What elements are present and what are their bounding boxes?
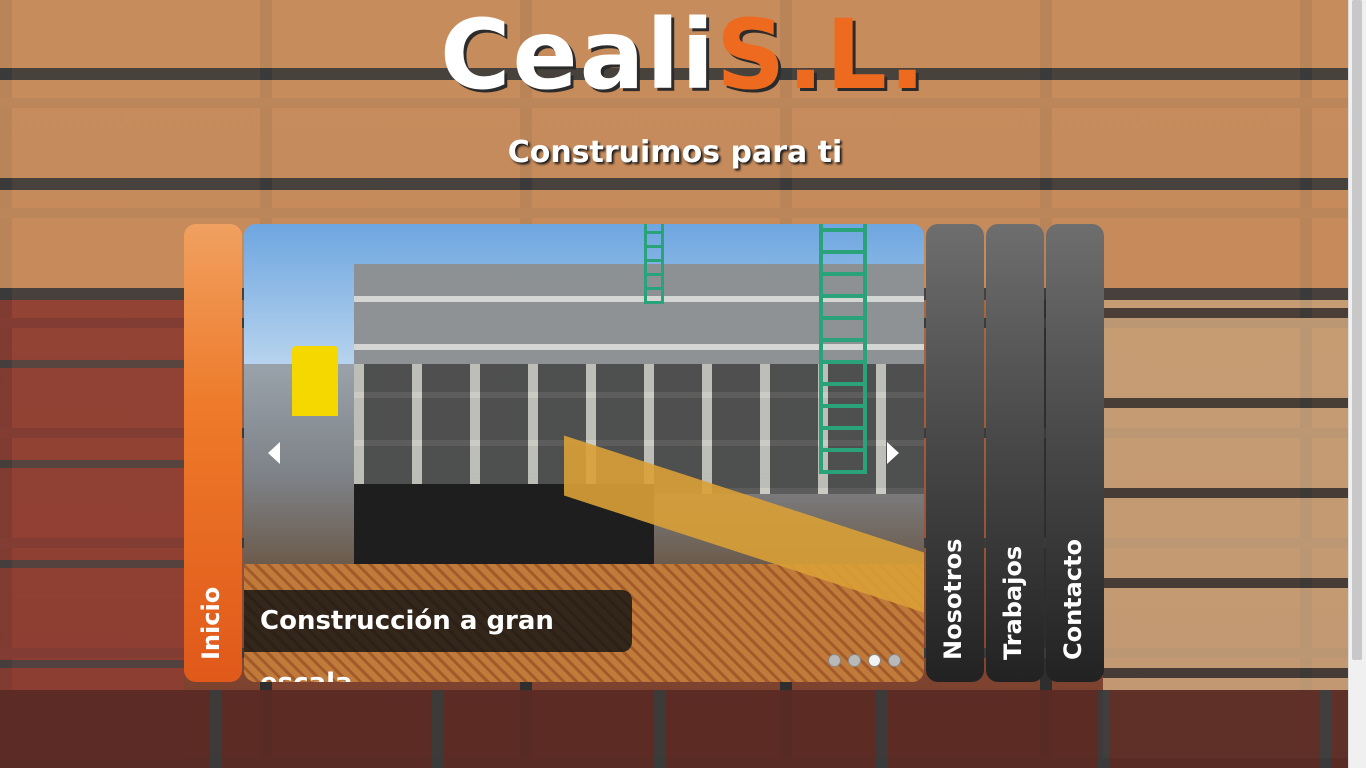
page-scrollbar[interactable] bbox=[1348, 0, 1366, 768]
nav-label-inicio: Inicio bbox=[197, 586, 225, 660]
background-brick-bottom bbox=[0, 690, 1349, 768]
site-logo[interactable]: CealiS.L. bbox=[440, 0, 925, 115]
nav-label-nosotros: Nosotros bbox=[939, 538, 967, 660]
slider-dot-4[interactable] bbox=[888, 654, 901, 667]
slider-dot-2[interactable] bbox=[848, 654, 861, 667]
slider-pagination bbox=[828, 652, 908, 667]
slide-image-crane-small bbox=[644, 224, 664, 304]
slider-prev-icon[interactable] bbox=[268, 442, 280, 464]
nav-panel-inicio[interactable]: Inicio bbox=[184, 224, 242, 682]
nav-label-trabajos: Trabajos bbox=[999, 545, 1027, 660]
image-slider: Construcción a gran escala bbox=[244, 224, 924, 682]
slider-dot-3[interactable] bbox=[868, 654, 881, 667]
slide-caption: Construcción a gran escala bbox=[244, 590, 632, 682]
slide-image-silo bbox=[292, 346, 338, 416]
nav-label-contacto: Contacto bbox=[1059, 538, 1087, 660]
nav-panel-nosotros[interactable]: Nosotros bbox=[926, 224, 984, 682]
logo-text-primary: Ceali bbox=[440, 0, 717, 111]
slider-dot-1[interactable] bbox=[828, 654, 841, 667]
slide-image-crane bbox=[819, 224, 867, 474]
nav-panel-trabajos[interactable]: Trabajos bbox=[986, 224, 1044, 682]
nav-panel-contacto[interactable]: Contacto bbox=[1046, 224, 1104, 682]
site-tagline: Construimos para ti bbox=[507, 135, 843, 170]
logo-text-accent: S.L. bbox=[716, 0, 928, 111]
scrollbar-thumb[interactable] bbox=[1352, 0, 1362, 660]
slider-next-icon[interactable] bbox=[887, 442, 899, 464]
